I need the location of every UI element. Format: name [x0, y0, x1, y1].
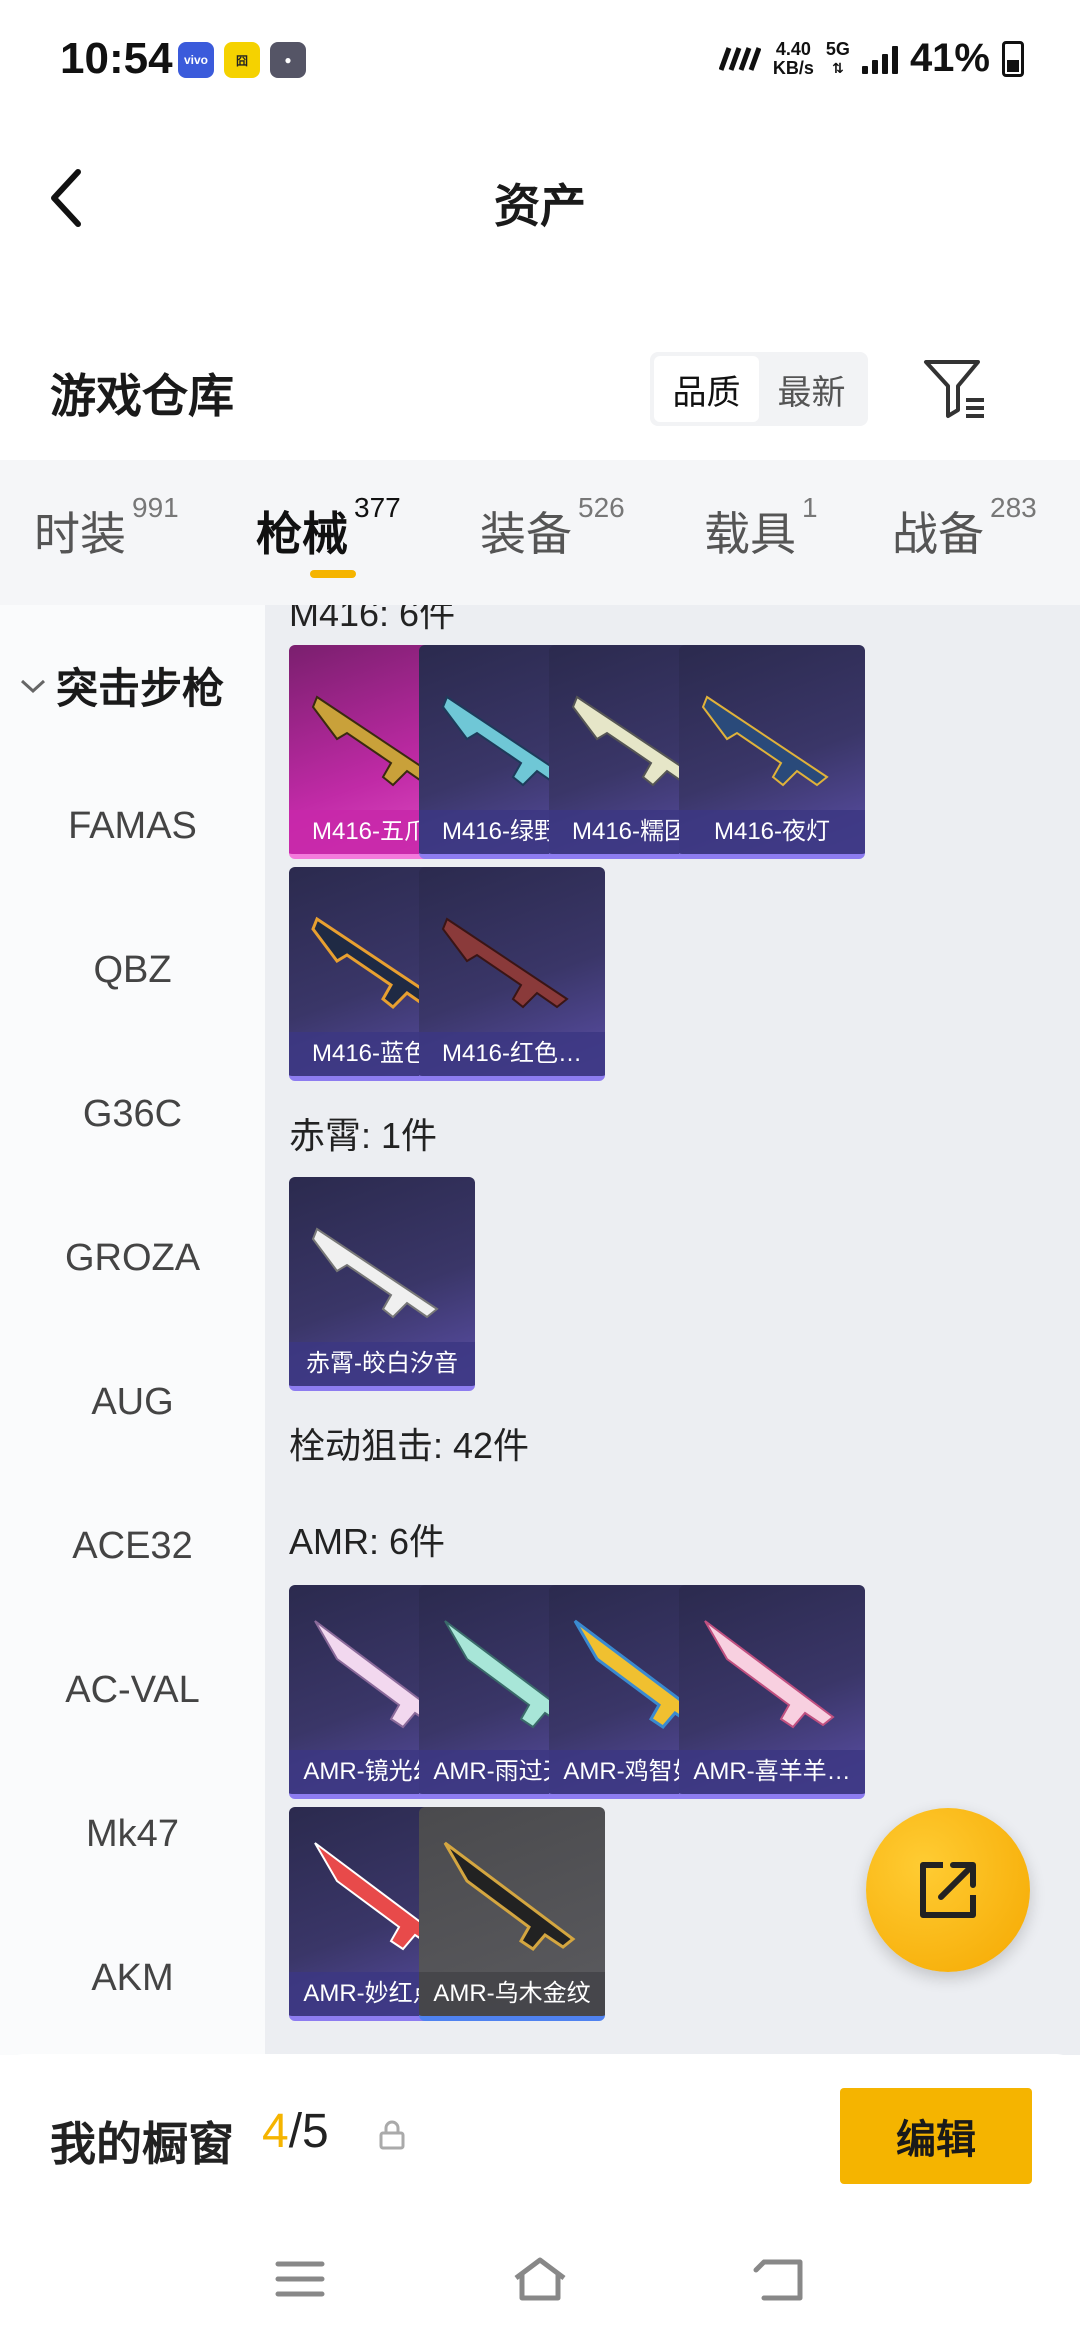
chevron-down-icon — [20, 679, 46, 693]
tab-vehicles[interactable]: 载具1 — [704, 492, 818, 564]
section-title: 游戏仓库 — [50, 370, 234, 422]
wifi-speed-icon — [718, 46, 761, 71]
status-bar: 10:54 vivo 囧 ● 4.40 KB/s 5G ⇅ 41% — [0, 0, 1080, 120]
showcase-count: 4/5 — [262, 2104, 329, 2159]
vivo-app-icon: vivo — [178, 42, 214, 78]
net-speed-unit: KB/s — [772, 57, 814, 78]
showcase-total: /5 — [288, 2105, 329, 2158]
showcase-bar: 我的橱窗 4/5 编辑 — [0, 2054, 1080, 2214]
sidebar-item-g36c[interactable]: G36C — [0, 1093, 265, 1136]
rifle-icon — [441, 917, 569, 1009]
tab-count: 377 — [354, 492, 401, 523]
showcase-label: 我的橱窗 — [50, 2118, 234, 2170]
tab-count: 991 — [132, 492, 179, 523]
skin-name: 赤霄-皎白汐音 — [289, 1342, 475, 1386]
skin-name: AMR-喜羊羊… — [679, 1750, 865, 1794]
signal-icon — [861, 44, 898, 74]
tab-equipment[interactable]: 装备526 — [480, 492, 625, 564]
lock-icon — [379, 2120, 405, 2150]
tab-count: 283 — [990, 492, 1037, 523]
tab-label: 装备 — [480, 508, 572, 560]
sidebar-category[interactable]: 突击步枪 — [18, 655, 224, 716]
sidebar-item-akm[interactable]: AKM — [0, 1957, 265, 2000]
return-icon — [753, 2259, 803, 2301]
warehouse-header: 游戏仓库 品质 最新 — [0, 330, 1080, 450]
group-label-m416: M416: 6件 — [289, 605, 456, 634]
group-label-bolt-action: 栓动狙击: 42件 — [289, 1425, 530, 1466]
sidebar-item-qbz[interactable]: QBZ — [0, 949, 265, 992]
home-button[interactable] — [510, 2254, 570, 2304]
tab-fashion[interactable]: 时装991 — [34, 492, 179, 564]
menu-icon — [275, 2261, 325, 2297]
tab-label: 战备 — [892, 508, 984, 560]
sidebar-category-label: 突击步枪 — [56, 665, 225, 712]
network-type: 5G ⇅ — [825, 38, 850, 78]
group-label-amr: AMR: 6件 — [289, 1521, 446, 1562]
network-label: 5G — [825, 38, 850, 59]
skin-card[interactable]: M416-红色… — [419, 867, 605, 1081]
sidebar-item-aug[interactable]: AUG — [0, 1381, 265, 1424]
active-tab-indicator — [310, 570, 356, 578]
skin-name: AMR-乌木金纹 — [419, 1972, 605, 2016]
sniper-icon — [443, 1841, 576, 1951]
showcase-current: 4 — [262, 2105, 289, 2158]
filter-icon — [924, 360, 984, 418]
skin-card[interactable]: 赤霄-皎白汐音 — [289, 1177, 475, 1391]
data-arrows-icon: ⇅ — [832, 59, 844, 76]
skin-name: M416-夜灯 — [679, 810, 865, 854]
share-button[interactable] — [866, 1808, 1030, 1972]
sniper-icon — [704, 1620, 835, 1729]
tab-count: 1 — [802, 492, 818, 523]
skin-name: M416-红色… — [419, 1032, 605, 1076]
group-label-chixiao: 赤霄: 1件 — [289, 1115, 438, 1156]
sort-newest[interactable]: 最新 — [759, 356, 864, 422]
yellow-app-icon: 囧 — [224, 42, 260, 78]
sidebar-item-ace32[interactable]: ACE32 — [0, 1525, 265, 1568]
tab-supplies[interactable]: 战备283 — [892, 492, 1037, 564]
net-speed-value: 4.40 — [775, 38, 811, 59]
app-header: 资产 — [0, 150, 1080, 250]
tab-count: 526 — [578, 492, 625, 523]
page-title: 资产 — [494, 180, 586, 232]
menu-button[interactable] — [270, 2254, 330, 2304]
category-tabs: 时装991 枪械377 装备526 载具1 战备283 — [0, 460, 1080, 605]
battery-icon — [1002, 40, 1024, 77]
edit-button[interactable]: 编辑 — [840, 2088, 1032, 2184]
rifle-icon — [701, 695, 829, 787]
skin-card[interactable]: AMR-喜羊羊… — [679, 1585, 865, 1799]
rifle-icon — [311, 1227, 439, 1319]
clock: 10:54 — [60, 34, 173, 83]
sidebar-item-famas[interactable]: FAMAS — [0, 805, 265, 848]
game-app-icon: ● — [270, 42, 306, 78]
sort-quality[interactable]: 品质 — [654, 356, 759, 422]
share-icon — [920, 1862, 976, 1918]
tab-label: 载具 — [704, 508, 796, 560]
home-icon — [514, 2257, 566, 2301]
sidebar-item-mk47[interactable]: Mk47 — [0, 1813, 265, 1856]
sidebar-item-ac-val[interactable]: AC-VAL — [0, 1669, 265, 1712]
tab-label: 枪械 — [256, 508, 348, 560]
filter-button[interactable] — [920, 354, 990, 424]
weapon-sidebar: 突击步枪 FAMAS QBZ G36C GROZA AUG ACE32 AC-V… — [0, 605, 265, 2055]
sort-toggle: 品质 最新 — [650, 352, 868, 426]
skin-card[interactable]: AMR-乌木金纹 — [419, 1807, 605, 2021]
system-nav-bar — [0, 2214, 1080, 2344]
tab-label: 时装 — [34, 508, 126, 560]
status-right: 4.40 KB/s 5G ⇅ 41% — [718, 36, 1024, 81]
back-nav-button[interactable] — [750, 2254, 810, 2304]
tab-guns[interactable]: 枪械377 — [256, 492, 401, 564]
skin-card[interactable]: M416-夜灯 — [679, 645, 865, 859]
net-speed: 4.40 KB/s — [772, 38, 814, 78]
notification-icons: vivo 囧 ● — [178, 42, 306, 78]
sidebar-item-groza[interactable]: GROZA — [0, 1237, 265, 1280]
battery-percent: 41% — [909, 36, 990, 80]
